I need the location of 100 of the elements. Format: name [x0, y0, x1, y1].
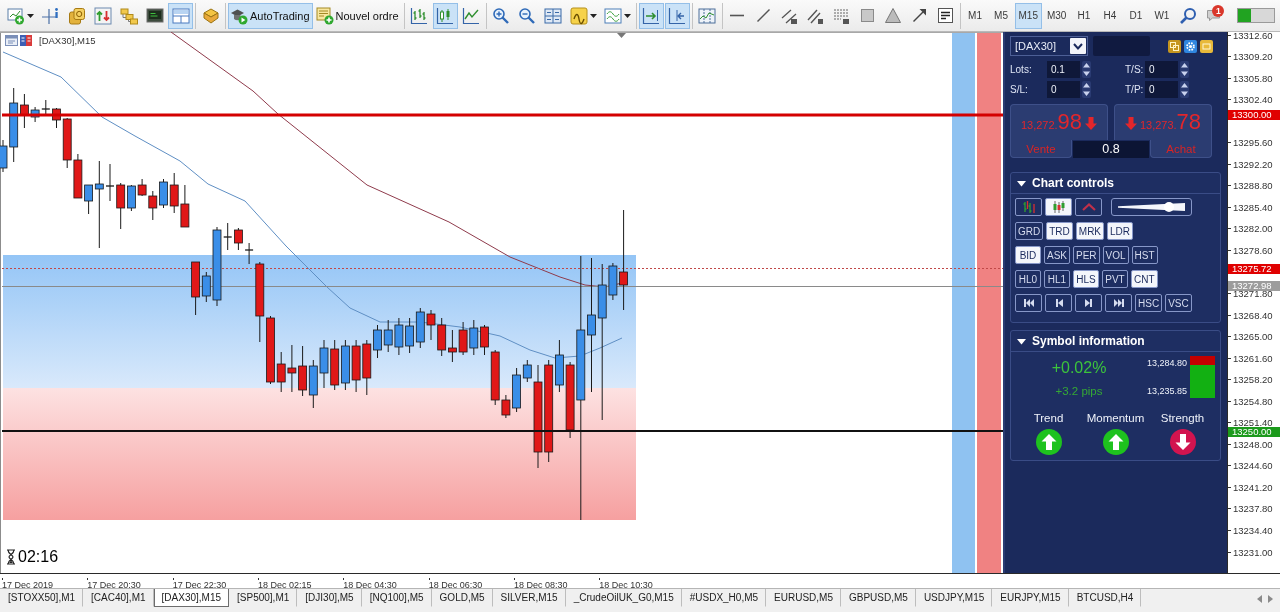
timeframe-button[interactable]: H1 — [1071, 2, 1097, 29]
zoom-in-icon — [492, 6, 510, 25]
symbol-select[interactable]: [DAX30] — [1010, 36, 1088, 56]
toggle-button[interactable]: PER — [1073, 246, 1100, 264]
skip-to-end-icon — [1113, 299, 1124, 307]
section-header[interactable]: Chart controls — [1011, 173, 1220, 194]
number-field[interactable]: 0 — [1047, 81, 1080, 98]
timeframe-button[interactable]: H4 — [1097, 2, 1123, 29]
price-label: 13231.00 — [1228, 547, 1273, 557]
time-label: 17 Dec 2019 — [2, 578, 54, 590]
chart-tab[interactable]: [DJI30],M5 — [297, 589, 362, 607]
candlestick — [394, 317, 404, 356]
text-field[interactable] — [1093, 36, 1150, 56]
toggle-button[interactable]: BID — [1015, 246, 1041, 264]
spin-button[interactable] — [1082, 81, 1091, 98]
toggle-button[interactable]: VSC — [1165, 294, 1192, 312]
toggle-button[interactable]: VOL — [1102, 246, 1129, 264]
new-order-button[interactable]: Nouvel ordre — [313, 2, 402, 29]
timeframe-button[interactable]: M1 — [962, 2, 988, 29]
chart-tab[interactable]: [NQ100],M5 — [361, 589, 432, 607]
chart-tab[interactable]: GOLD,M5 — [431, 589, 493, 607]
timeframe-button[interactable]: M5 — [988, 2, 1014, 29]
toggle-button[interactable]: HL0 — [1015, 270, 1041, 288]
scroll-left-icon[interactable] — [1257, 595, 1262, 603]
indicator-label: Momentum — [1086, 412, 1145, 425]
chart-tab[interactable]: SILVER,M15 — [492, 589, 566, 607]
alerts-button[interactable]: 1 — [1201, 2, 1227, 29]
toggle-button[interactable]: LDR — [1107, 222, 1134, 240]
time-label: 18 Dec 04:30 — [343, 578, 397, 590]
toggle-button[interactable]: PVT — [1102, 270, 1128, 288]
chart-tab[interactable]: #USDX_H0,M5 — [681, 589, 767, 607]
section-header[interactable]: Symbol information — [1011, 331, 1220, 352]
toggle-button[interactable]: TRD — [1046, 222, 1073, 240]
toggle-button[interactable]: HLS — [1073, 270, 1099, 288]
timeframe-button[interactable]: M30 — [1042, 2, 1071, 29]
countdown-timer: 02:16 — [18, 548, 59, 566]
chart-tab[interactable]: BTCUSD,H4 — [1068, 589, 1142, 607]
spread-field: 0.8 — [1073, 141, 1149, 158]
copy-icon[interactable] — [1168, 39, 1181, 53]
arrow-icon — [912, 9, 926, 22]
candlestick — [41, 99, 51, 116]
range-low-label: 13,235.85 — [1146, 386, 1187, 396]
spin-button[interactable] — [1180, 81, 1189, 98]
navigation-button[interactable] — [1045, 294, 1072, 312]
toggle-button[interactable]: HST — [1131, 246, 1158, 264]
chart-tab[interactable]: GBPUSD,M5 — [840, 589, 916, 607]
chart-tab[interactable]: [SP500],M1 — [229, 589, 298, 607]
candlestick — [287, 344, 297, 393]
number-field[interactable]: 0.1 — [1047, 61, 1080, 78]
chart-tab[interactable]: [STOXX50],M1 — [0, 589, 84, 607]
navigation-button[interactable] — [1105, 294, 1132, 312]
zoom-slider[interactable] — [1111, 198, 1192, 216]
price-label: 13312.60 — [1228, 32, 1273, 40]
number-field[interactable]: 0 — [1145, 61, 1178, 78]
chart-type-button[interactable] — [1045, 198, 1072, 216]
candlestick — [330, 339, 340, 391]
auto-scroll-button[interactable] — [638, 2, 664, 29]
candlestick — [169, 172, 179, 214]
timeframe-button[interactable]: D1 — [1123, 2, 1149, 29]
spin-button[interactable] — [1180, 61, 1189, 78]
chart-tab[interactable]: EURJPY,M15 — [992, 589, 1069, 607]
chart-type-button[interactable] — [1075, 198, 1102, 216]
toggle-button[interactable]: ASK — [1044, 246, 1070, 264]
toggle-button[interactable]: MRK — [1075, 222, 1105, 240]
new-chart-icon — [7, 6, 25, 25]
navigation-button[interactable] — [1075, 294, 1102, 312]
timeframe-button[interactable]: M15 — [1014, 2, 1042, 29]
indicator-label: Strength — [1160, 412, 1205, 425]
window-icon[interactable] — [1200, 39, 1213, 53]
toggle-button[interactable]: CNT — [1131, 270, 1158, 288]
chart-type-button[interactable] — [1015, 198, 1042, 216]
chart-tab[interactable]: _CrudeOilUK_G0,M15 — [565, 589, 682, 607]
timeframe-button[interactable]: W1 — [1149, 2, 1175, 29]
spin-button[interactable] — [1082, 61, 1091, 78]
chart-tab[interactable]: USDJPY,M15 — [915, 589, 993, 607]
autotrading-button[interactable]: AutoTrading — [228, 2, 313, 29]
toggle-button[interactable]: HSC — [1135, 294, 1163, 312]
toggle-button[interactable]: HL1 — [1044, 270, 1070, 288]
chart-tab[interactable]: [CAC40],M1 — [83, 589, 154, 607]
number-field[interactable]: 0 — [1145, 81, 1178, 98]
price-label: 13302.40 — [1228, 95, 1273, 105]
chart-shift-button[interactable] — [664, 2, 690, 29]
candlestick-chart-button[interactable] — [432, 2, 458, 29]
monitor-icon — [145, 6, 164, 25]
dropdown-button[interactable] — [1070, 38, 1086, 54]
price-label: 13237.80 — [1228, 504, 1273, 514]
toggle-button[interactable]: GRD — [1015, 222, 1044, 240]
coins-icon — [67, 6, 86, 25]
chart-tab[interactable]: EURUSD,M5 — [766, 589, 841, 607]
navigation-button[interactable] — [1015, 294, 1042, 312]
chart-title: [DAX30],M15 — [39, 35, 96, 46]
slider-thumb[interactable] — [1163, 202, 1174, 212]
document-plus-icon — [315, 6, 334, 25]
scroll-right-icon[interactable] — [1268, 595, 1273, 603]
field-label: T/S: — [1125, 64, 1145, 75]
settings-icon[interactable] — [1184, 39, 1197, 53]
chart-tab[interactable]: [DAX30],M15 — [153, 589, 230, 607]
price-label: 13305.80 — [1228, 73, 1273, 83]
change-percent: +0.02% — [1051, 358, 1107, 378]
triangle-icon — [885, 8, 901, 23]
